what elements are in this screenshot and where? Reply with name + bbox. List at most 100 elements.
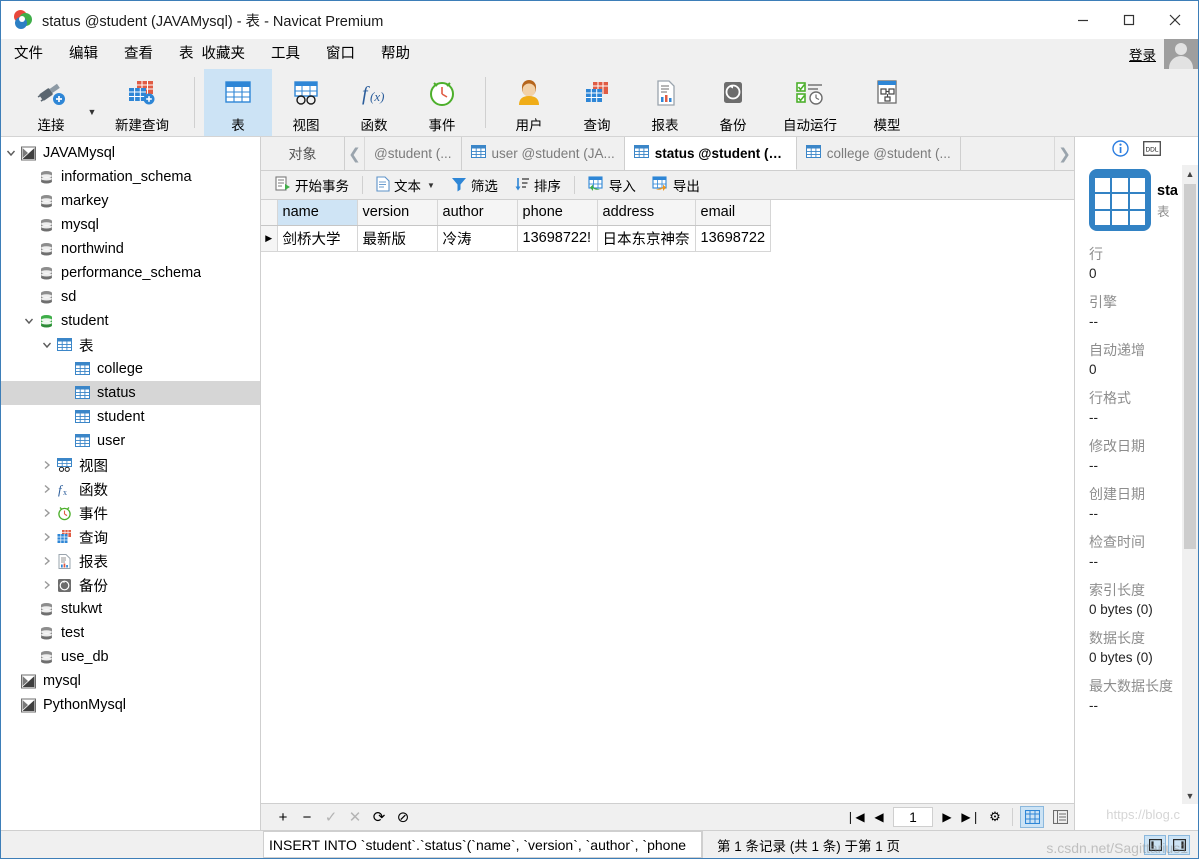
scroll-thumb[interactable] [1184,184,1196,549]
avatar[interactable] [1164,39,1198,69]
toolbar-new-query[interactable]: 新建查询 [99,69,185,136]
scroll-track[interactable] [1182,182,1198,787]
tree-item-northwind[interactable]: northwind [1,237,260,261]
menu-window[interactable]: 窗口 [313,39,368,69]
tab-scroll-left-icon[interactable]: ❮ [345,137,365,170]
toolbar-event[interactable]: 事件 [408,69,476,136]
prev-page-button[interactable]: ◀ [867,804,891,831]
toolbar-view[interactable]: 视图 [272,69,340,136]
tab-0[interactable]: @student (... [365,137,462,170]
toolbar-connection[interactable]: 连接 [17,69,85,136]
toolbar-query[interactable]: 查询 [563,69,631,136]
toolbar-table[interactable]: 表 [204,69,272,136]
tree-item-[interactable]: 视图 [1,453,260,477]
chevron-right-icon[interactable] [39,460,55,470]
sort-button[interactable]: 排序 [506,171,569,200]
tree-item-[interactable]: 查询 [1,525,260,549]
tree-item-student[interactable]: student [1,309,260,333]
login-link[interactable]: 登录 [1129,44,1156,64]
tree-item-[interactable]: 表 [1,333,260,357]
object-tree[interactable]: JAVAMysql information_schema markey mysql no… [1,137,260,830]
column-header-phone[interactable]: phone [517,200,598,226]
menu-edit[interactable]: 编辑 [56,39,111,69]
toolbar-user[interactable]: 用户 [495,69,563,136]
tree-item-mysql[interactable]: mysql [1,213,260,237]
tree-item-JAVAMysql[interactable]: JAVAMysql [1,141,260,165]
menu-help[interactable]: 帮助 [368,39,423,69]
tab-2[interactable]: status @student (J... [624,137,797,170]
column-header-email[interactable]: email [695,200,772,226]
filter-button[interactable]: 筛选 [443,171,506,200]
data-grid[interactable]: name version author phone address email ▶ 剑桥大学… [261,200,772,252]
info-icon[interactable] [1112,140,1129,162]
chevron-right-icon[interactable] [39,556,55,566]
tree-item-status[interactable]: status [1,381,260,405]
tree-item-stukwt[interactable]: stukwt [1,597,260,621]
tree-item-[interactable]: f x 函数 [1,477,260,501]
add-record-button[interactable]: + [271,804,295,831]
tree-item-[interactable]: 事件 [1,501,260,525]
first-page-button[interactable]: ❘◀ [843,804,867,831]
form-view-toggle[interactable] [1048,806,1072,828]
toggle-right-pane-button[interactable] [1168,834,1190,855]
page-number-input[interactable]: 1 [893,807,933,827]
tree-item-markey[interactable]: markey [1,189,260,213]
menu-favorites[interactable]: 收藏夹 [198,39,259,69]
begin-transaction-button[interactable]: 开始事务 [267,171,357,200]
chevron-right-icon[interactable] [39,580,55,590]
data-grid-body[interactable]: ▶ 剑桥大学 最新版 冷涛 13698722! 日本东京神奈 13698722 [261,225,772,252]
tree-item-[interactable]: 报表 [1,549,260,573]
tree-item-student[interactable]: student [1,405,260,429]
chevron-down-icon[interactable] [21,316,37,326]
objects-button[interactable]: 对象 [261,137,345,170]
refresh-button[interactable]: ⟳ [367,804,391,831]
cell-version[interactable]: 最新版 [357,225,438,252]
cell-phone[interactable]: 13698722! [517,225,598,252]
discard-change-button[interactable]: ✕ [343,804,367,831]
toolbar-model[interactable]: 模型 [853,69,921,136]
row-marker[interactable]: ▶ [261,225,278,252]
tree-item-mysql[interactable]: mysql [1,669,260,693]
chevron-down-icon[interactable] [3,148,19,158]
chevron-right-icon[interactable] [39,484,55,494]
delete-record-button[interactable]: − [295,804,319,831]
toolbar-report[interactable]: 报表 [631,69,699,136]
next-page-button[interactable]: ▶ [935,804,959,831]
toolbar-automation[interactable]: 自动运行 [767,69,853,136]
apply-change-button[interactable]: ✓ [319,804,343,831]
column-header-author[interactable]: author [437,200,518,226]
maximize-button[interactable] [1106,1,1152,39]
connection-dropdown-icon[interactable]: ▼ [85,69,99,136]
info-panel-scrollbar[interactable]: ▲ ▼ [1182,165,1198,804]
table-row[interactable]: ▶ 剑桥大学 最新版 冷涛 13698722! 日本东京神奈 13698722 [261,225,772,252]
toggle-left-pane-button[interactable] [1144,834,1166,855]
toolbar-backup[interactable]: 备份 [699,69,767,136]
tree-item-information_schema[interactable]: information_schema [1,165,260,189]
column-header-address[interactable]: address [597,200,696,226]
chevron-down-icon[interactable]: ▼ [427,181,435,190]
cell-author[interactable]: 冷涛 [437,225,518,252]
export-button[interactable]: 导出 [644,171,708,200]
tree-item-PythonMysql[interactable]: PythonMysql [1,693,260,717]
menu-table[interactable]: 表 [166,39,198,69]
tab-scroll-right-icon[interactable]: ❯ [1054,137,1074,170]
chevron-right-icon[interactable] [39,508,55,518]
column-header-version[interactable]: version [357,200,438,226]
minimize-button[interactable] [1060,1,1106,39]
tab-1[interactable]: user @student (JA... [461,137,625,170]
cell-address[interactable]: 日本东京神奈 [597,225,696,252]
tree-item-test[interactable]: test [1,621,260,645]
menu-tools[interactable]: 工具 [258,39,313,69]
scroll-down-icon[interactable]: ▼ [1182,787,1198,804]
tree-item-sd[interactable]: sd [1,285,260,309]
data-grid-area[interactable]: name version author phone address email ▶ 剑桥大学… [261,200,1074,803]
toolbar-function[interactable]: f (x) 函数 [340,69,408,136]
cell-email[interactable]: 13698722 [695,225,772,252]
import-button[interactable]: 导入 [580,171,644,200]
tree-item-use_db[interactable]: use_db [1,645,260,669]
grid-view-toggle[interactable] [1020,806,1044,828]
stop-button[interactable]: ⊘ [391,804,415,831]
page-settings-button[interactable]: ⚙ [983,804,1007,831]
column-header-name[interactable]: name [277,200,358,226]
tree-item-college[interactable]: college [1,357,260,381]
